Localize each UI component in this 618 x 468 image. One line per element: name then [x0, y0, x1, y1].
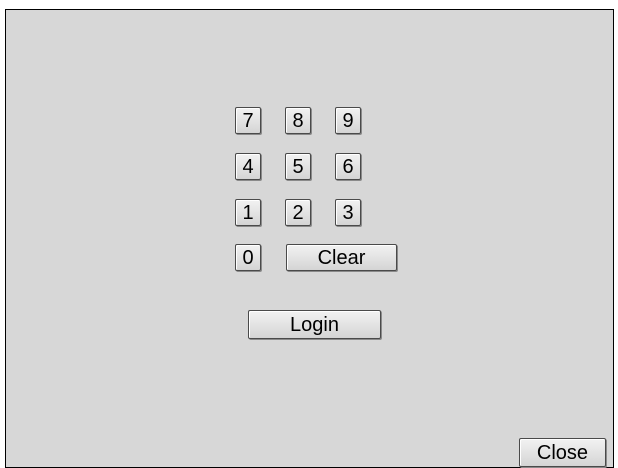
login-button[interactable]: Login: [248, 310, 381, 339]
key-3[interactable]: 3: [335, 199, 361, 226]
key-9[interactable]: 9: [335, 107, 361, 134]
login-window: 7 8 9 4 5 6 1 2 3 0 Clear Login Close: [5, 9, 614, 468]
close-button[interactable]: Close: [519, 438, 606, 467]
key-2[interactable]: 2: [285, 199, 311, 226]
key-0[interactable]: 0: [235, 244, 261, 271]
clear-button[interactable]: Clear: [286, 244, 397, 271]
key-7[interactable]: 7: [235, 107, 261, 134]
key-4[interactable]: 4: [235, 153, 261, 180]
key-1[interactable]: 1: [235, 199, 261, 226]
key-5[interactable]: 5: [285, 153, 311, 180]
key-8[interactable]: 8: [285, 107, 311, 134]
key-6[interactable]: 6: [335, 153, 361, 180]
